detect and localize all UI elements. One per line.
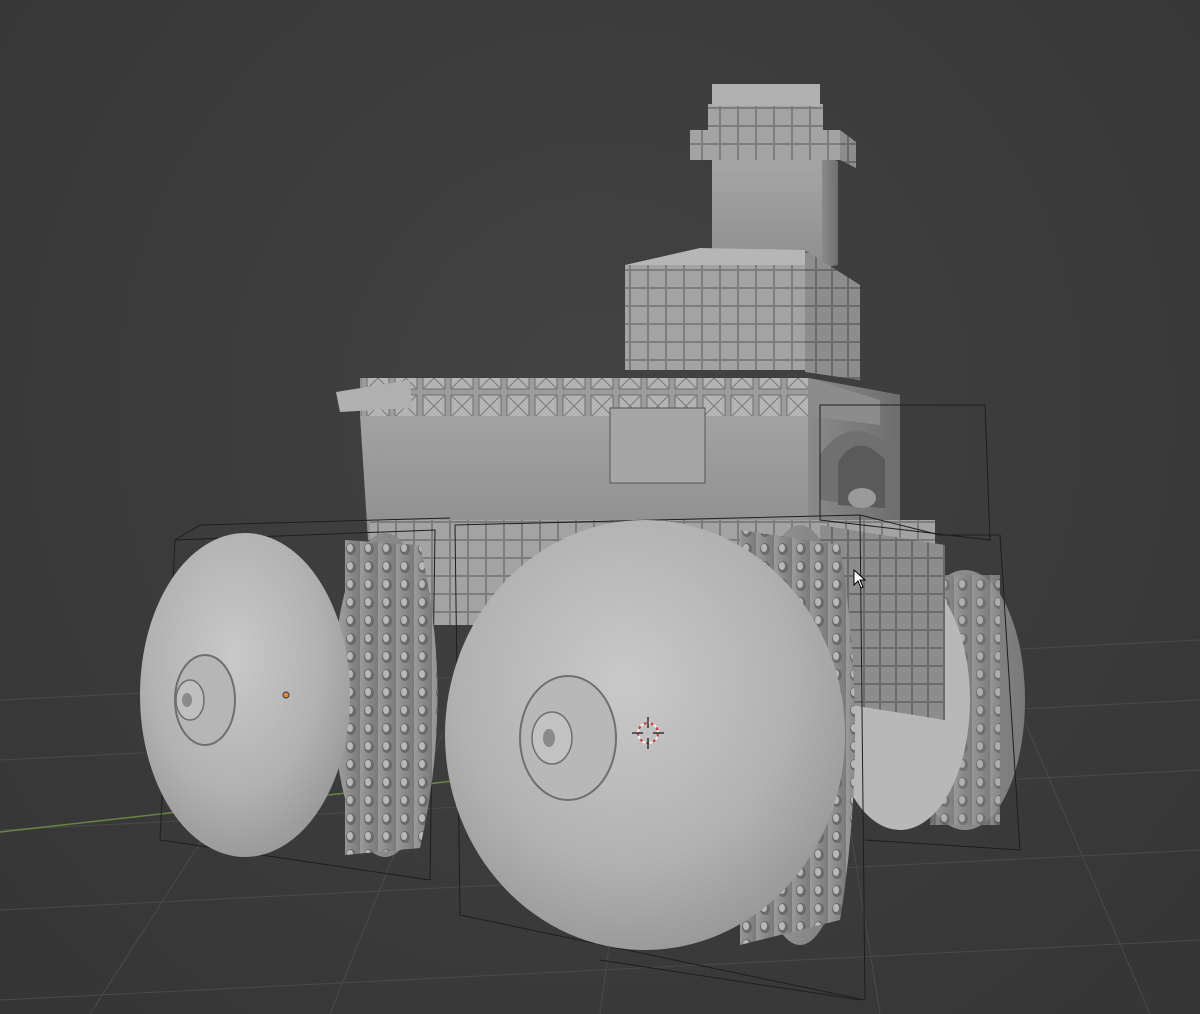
- chimney: [690, 84, 856, 268]
- front-right-wheel: [445, 520, 855, 950]
- mouse-pointer-icon: [853, 569, 867, 589]
- object-origin-icon: [282, 691, 290, 699]
- 3d-viewport[interactable]: [0, 0, 1200, 1014]
- cab-block: [625, 248, 860, 380]
- viewport-scene[interactable]: [0, 0, 1200, 1014]
